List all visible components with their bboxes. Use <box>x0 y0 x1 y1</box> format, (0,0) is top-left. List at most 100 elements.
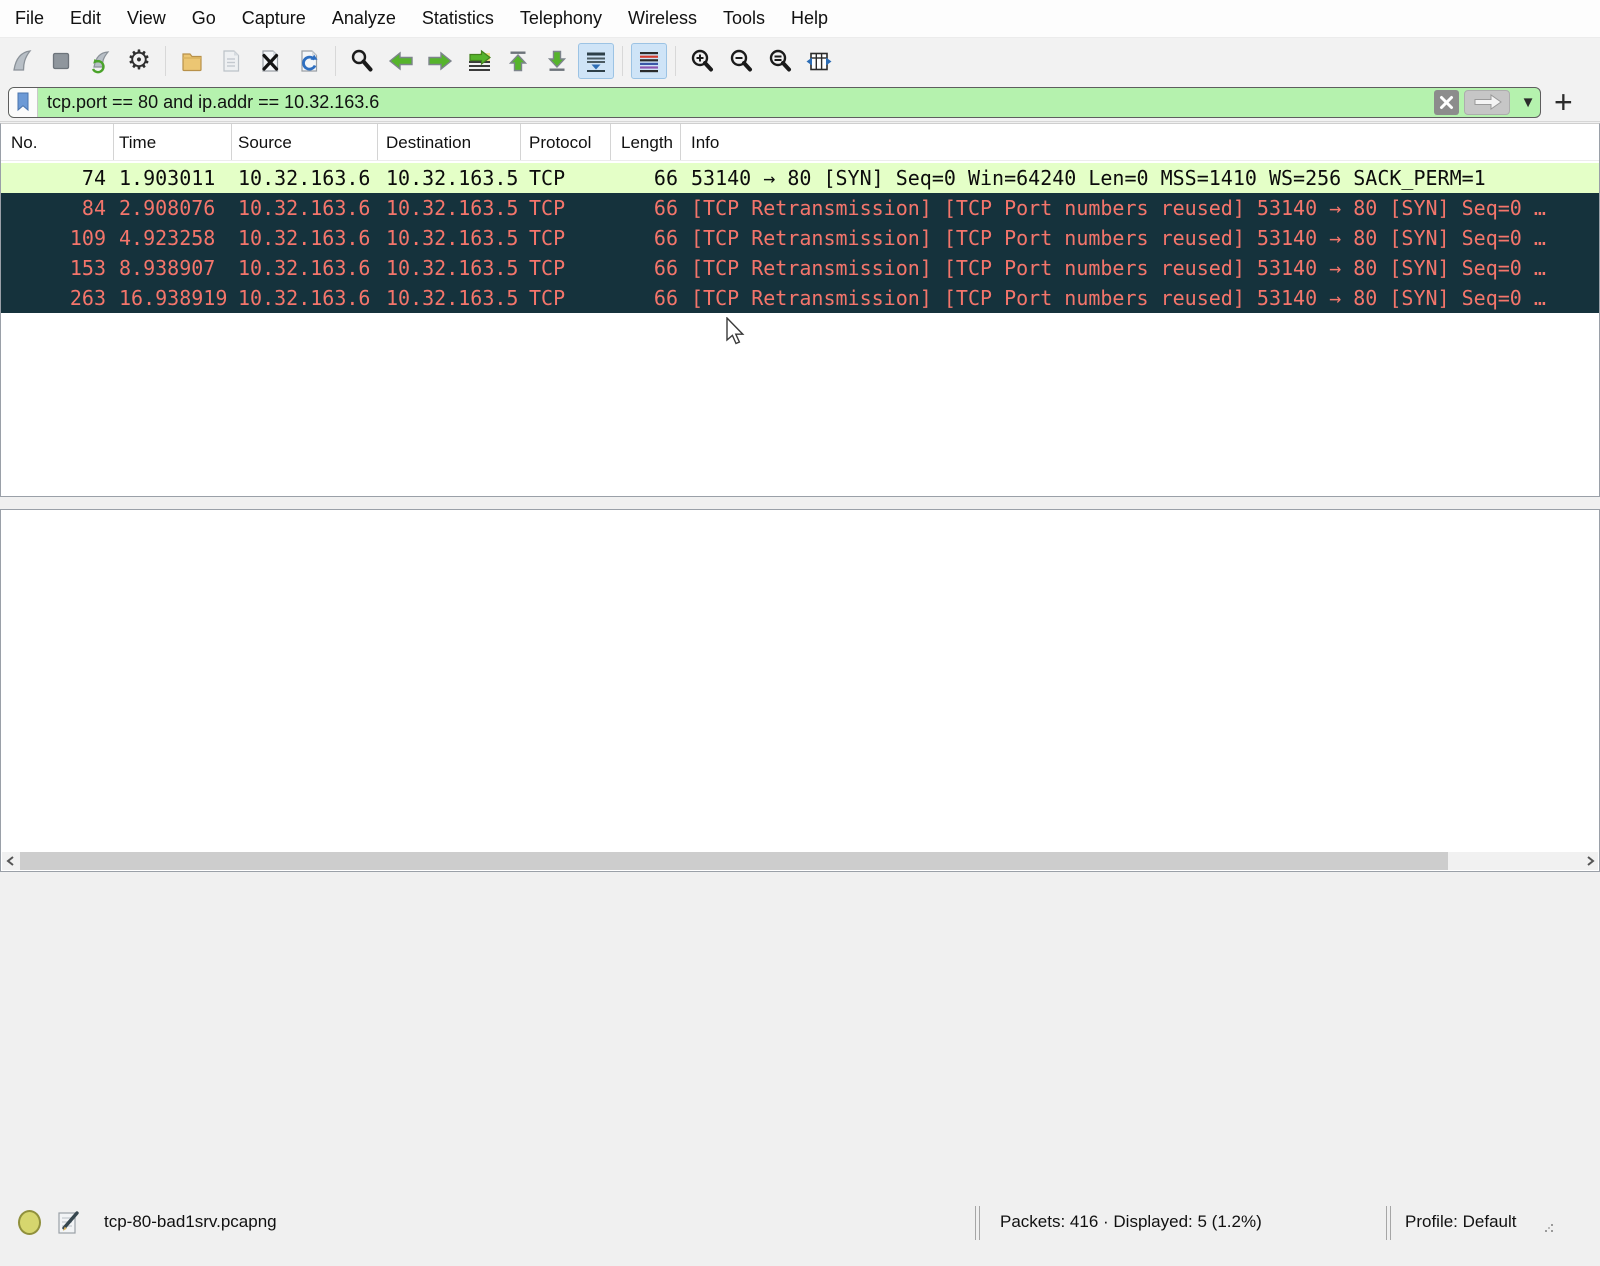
column-header-time[interactable]: Time <box>114 124 232 160</box>
go-forward-button[interactable] <box>422 43 458 79</box>
toolbar-separator <box>165 45 166 76</box>
scrollbar-thumb[interactable] <box>20 852 1448 870</box>
goto-packet-icon <box>469 49 491 71</box>
packet-list-header: No. Time Source Destination Protocol Len… <box>1 124 1599 161</box>
arrow-up-icon <box>508 51 528 71</box>
go-first-packet-button[interactable] <box>500 43 536 79</box>
toolbar-separator <box>675 45 676 76</box>
start-capture-button[interactable] <box>4 43 40 79</box>
capture-options-button[interactable]: ⚙ <box>121 43 157 79</box>
folder-icon <box>182 52 202 71</box>
save-file-button[interactable] <box>213 43 249 79</box>
menu-item[interactable]: View <box>114 8 179 29</box>
close-file-button[interactable] <box>252 43 288 79</box>
packet-list-pane: No. Time Source Destination Protocol Len… <box>0 123 1600 497</box>
resize-columns-button[interactable] <box>801 43 837 79</box>
go-to-packet-button[interactable] <box>461 43 497 79</box>
clear-x-icon <box>1440 95 1453 109</box>
statusbar-separator <box>975 1206 980 1240</box>
stop-capture-button[interactable] <box>43 43 79 79</box>
statusbar-separator <box>1386 1206 1391 1240</box>
chevron-right-icon <box>1586 856 1595 866</box>
restart-capture-button[interactable] <box>82 43 118 79</box>
arrow-down-icon <box>547 50 567 71</box>
zoom-out-button[interactable] <box>723 43 759 79</box>
packet-row[interactable]: 109 4.923258 10.32.163.6 10.32.163.5 TCP… <box>1 223 1599 253</box>
bookmark-icon <box>17 92 29 112</box>
zoom-in-button[interactable] <box>684 43 720 79</box>
filter-bookmark-button[interactable] <box>9 87 38 117</box>
packet-counts: Packets: 416 · Displayed: 5 (1.2%) <box>1000 1212 1262 1231</box>
packet-row[interactable]: 153 8.938907 10.32.163.6 10.32.163.5 TCP… <box>1 253 1599 283</box>
display-filter-box: tcp.port == 80 and ip.addr == 10.32.163.… <box>8 86 1541 118</box>
menu-item[interactable]: Go <box>179 8 229 29</box>
packet-row[interactable]: 74 1.903011 10.32.163.6 10.32.163.5 TCP … <box>1 163 1599 193</box>
reload-file-button[interactable] <box>291 43 327 79</box>
capture-comment-button[interactable] <box>56 1209 82 1242</box>
menu-item[interactable]: Analyze <box>319 8 409 29</box>
menu-item[interactable]: Help <box>778 8 841 29</box>
menu-item[interactable]: Tools <box>710 8 778 29</box>
search-icon <box>351 49 373 71</box>
scroll-right-button[interactable] <box>1581 852 1598 870</box>
packet-rows: 74 1.903011 10.32.163.6 10.32.163.5 TCP … <box>1 163 1599 313</box>
horizontal-scrollbar[interactable] <box>2 852 1598 870</box>
zoom-reset-icon <box>769 49 791 71</box>
packet-row[interactable]: 263 16.938919 10.32.163.6 10.32.163.5 TC… <box>1 283 1599 313</box>
save-file-icon <box>223 49 240 72</box>
go-last-packet-button[interactable] <box>539 43 575 79</box>
profile-selector[interactable]: Profile: Default <box>1405 1212 1517 1232</box>
toolbar-separator <box>335 45 336 76</box>
find-packet-button[interactable] <box>344 43 380 79</box>
toolbar-separator <box>622 45 623 76</box>
comment-pencil-icon <box>58 1211 79 1234</box>
scroll-left-button[interactable] <box>2 852 19 870</box>
resize-grip[interactable] <box>1545 1230 1547 1232</box>
menu-item[interactable]: Statistics <box>409 8 507 29</box>
filter-dropdown-button[interactable]: ▼ <box>1516 94 1540 111</box>
packet-details-pane <box>0 509 1600 872</box>
restart-fin-icon <box>91 50 110 73</box>
zoom-in-icon <box>691 49 713 71</box>
menu-item[interactable]: Capture <box>229 8 319 29</box>
colorize-icon <box>640 51 658 72</box>
menu-item[interactable]: File <box>2 8 57 29</box>
column-header-source[interactable]: Source <box>232 124 378 160</box>
column-header-info[interactable]: Info <box>681 124 1599 160</box>
zoom-out-icon <box>730 49 752 71</box>
auto-scroll-button[interactable] <box>578 42 614 79</box>
resize-columns-icon <box>806 52 832 70</box>
stop-square-icon <box>52 52 70 69</box>
open-file-button[interactable] <box>174 43 210 79</box>
display-filter-input[interactable]: tcp.port == 80 and ip.addr == 10.32.163.… <box>38 92 1434 113</box>
add-filter-button[interactable]: + <box>1554 86 1573 118</box>
arrow-right-icon <box>428 51 453 70</box>
go-back-button[interactable] <box>383 43 419 79</box>
clear-filter-button[interactable] <box>1434 89 1459 115</box>
column-header-length[interactable]: Length <box>611 124 681 160</box>
menu-item[interactable]: Telephony <box>507 8 615 29</box>
column-header-protocol[interactable]: Protocol <box>521 124 611 160</box>
arrow-left-icon <box>388 51 413 70</box>
apply-arrow-icon <box>1474 94 1502 110</box>
main-toolbar: ⚙ <box>0 38 1600 83</box>
expert-info-icon[interactable] <box>18 1210 41 1235</box>
filter-bar: tcp.port == 80 and ip.addr == 10.32.163.… <box>0 83 1600 122</box>
shark-fin-icon <box>13 49 32 71</box>
packet-row[interactable]: 84 2.908076 10.32.163.6 10.32.163.5 TCP … <box>1 193 1599 223</box>
menu-item[interactable]: Edit <box>57 8 114 29</box>
apply-filter-button[interactable] <box>1464 89 1510 115</box>
close-file-icon <box>262 49 279 72</box>
menubar: File Edit View Go Capture Analyze Statistics Te… <box>0 0 1600 38</box>
menu-item[interactable]: Wireless <box>615 8 710 29</box>
reload-icon <box>301 49 318 72</box>
capture-filename[interactable]: tcp-80-bad1srv.pcapng <box>104 1212 277 1232</box>
auto-scroll-icon <box>587 52 605 72</box>
chevron-left-icon <box>5 856 14 866</box>
column-header-no[interactable]: No. <box>1 124 114 160</box>
zoom-reset-button[interactable] <box>762 43 798 79</box>
gear-icon: ⚙ <box>126 45 152 75</box>
status-bar: tcp-80-bad1srv.pcapng Packets: 416 · Dis… <box>0 1200 1600 1248</box>
colorize-button[interactable] <box>631 42 667 79</box>
column-header-destination[interactable]: Destination <box>378 124 521 160</box>
